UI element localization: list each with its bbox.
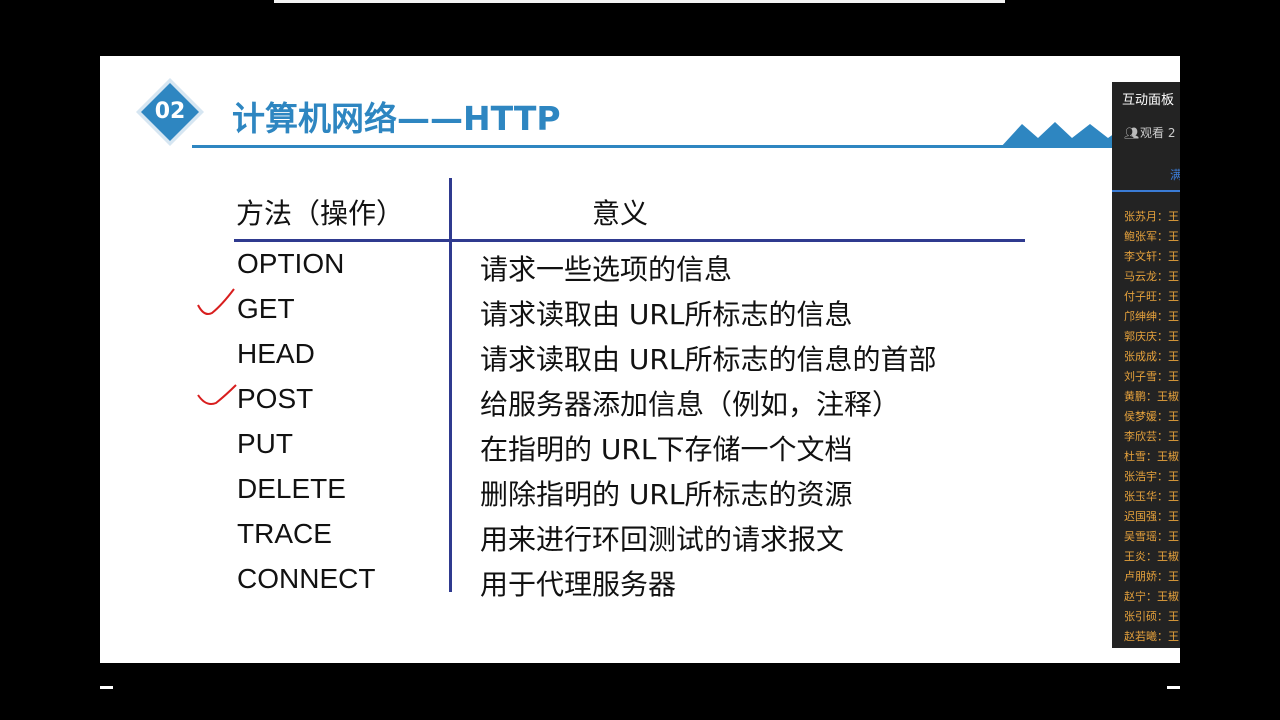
meaning-cell: 用来进行环回测试的请求报文 [480,523,845,556]
panel-title: 互动面板 [1122,93,1175,108]
title-underline [192,145,1180,148]
video-control-mark-left [100,686,113,689]
meaning-cell: 删除指明的 URL所标志的资源 [480,478,853,511]
table-row: OPTION 请求一些选项的信息 [100,248,1180,293]
meaning-cell: 用于代理服务器 [480,568,677,601]
chat-message: 郭庆庆：王 [1124,330,1179,343]
section-number: 02 [154,99,186,124]
meaning-cell: 请求读取由 URL所标志的信息的首部 [480,343,937,376]
viewer-count: 👥︎观看 2 [1124,124,1175,141]
table-row: GET 请求读取由 URL所标志的信息 [100,288,1180,338]
method-cell: PUT [237,428,293,459]
header-divider [234,239,1025,242]
method-cell: OPTION [237,248,345,279]
chat-message: 张成成：王 [1124,350,1179,363]
meaning-cell: 请求读取由 URL所标志的信息 [480,298,853,331]
column-header-meaning: 意义 [592,197,649,230]
chat-message: 侯梦媛：王 [1124,410,1179,423]
slide: 02 计算机网络——HTTP 方法（操作） 意义 OPTION 请求一些选项的信… [100,56,1180,663]
table-row: POST 给服务器添加信息（例如，注释） [100,383,1180,428]
table-row: TRACE 用来进行环回测试的请求报文 [100,518,1180,563]
chat-message: 张引硕：王 [1124,610,1179,623]
chat-message: 张苏月：王 [1124,210,1179,223]
chat-message: 鲍张军：王 [1124,230,1179,243]
top-strip [274,0,1005,3]
table-row: CONNECT 用于代理服务器 [100,563,1180,608]
viewer-count-text: 观看 2 [1140,126,1176,140]
method-cell: DELETE [237,473,346,504]
chat-message: 张玉华：王 [1124,490,1179,503]
checkmark-annotation-icon [197,384,237,405]
method-cell: POST [237,383,314,414]
table-row: DELETE 删除指明的 URL所标志的资源 [100,473,1180,518]
method-cell: TRACE [237,518,332,549]
checkmark-annotation-icon [197,288,235,315]
column-header-method: 方法（操作） [236,197,405,230]
chat-message: 李欣芸：王 [1124,430,1179,443]
slide-title: 计算机网络——HTTP [232,99,561,138]
chat-message: 马云龙：王 [1124,270,1179,283]
chat-message: 迟国强：王 [1124,510,1179,523]
interaction-panel[interactable]: 互动面板 👥︎观看 2 满 张苏月：王 鲍张军：王 李文轩：王 马云龙：王 付子… [1112,82,1180,648]
panel-tab[interactable]: 满 [1170,166,1180,183]
chat-message: 卢朋娇：王 [1124,570,1179,583]
chat-message: 张浩宇：王 [1124,470,1179,483]
meaning-cell: 请求一些选项的信息 [480,253,733,286]
chat-message: 赵若曦：王 [1124,630,1179,643]
meaning-cell: 在指明的 URL下存储一个文档 [480,433,853,466]
method-cell: GET [237,293,295,324]
chat-message: 赵宁：王椒 [1124,590,1179,603]
table-row: HEAD 请求读取由 URL所标志的信息的首部 [100,338,1180,383]
screen: 02 计算机网络——HTTP 方法（操作） 意义 OPTION 请求一些选项的信… [0,0,1280,720]
chat-message: 王炎：王椒 [1124,550,1179,563]
chat-list[interactable]: 张苏月：王 鲍张军：王 李文轩：王 马云龙：王 付子旺：王 邝绅绅：王 郭庆庆：… [1124,207,1179,647]
chat-message: 刘子雪：王 [1124,370,1179,383]
video-control-mark-right [1167,686,1180,689]
method-cell: HEAD [237,338,315,369]
chat-message: 黄鹏：王椒 [1124,390,1179,403]
chat-message: 杜雪：王椒 [1124,450,1179,463]
method-cell: CONNECT [237,563,376,594]
chat-message: 吴雪瑶：王 [1124,530,1179,543]
chat-message: 付子旺：王 [1124,290,1179,303]
chat-message: 李文轩：王 [1124,250,1179,263]
table-row: PUT 在指明的 URL下存储一个文档 [100,428,1180,473]
user-group-icon: 👥︎ [1124,126,1140,140]
panel-tab-underline [1112,190,1180,192]
meaning-cell: 给服务器添加信息（例如，注释） [480,388,901,421]
chat-message: 邝绅绅：王 [1124,310,1179,323]
